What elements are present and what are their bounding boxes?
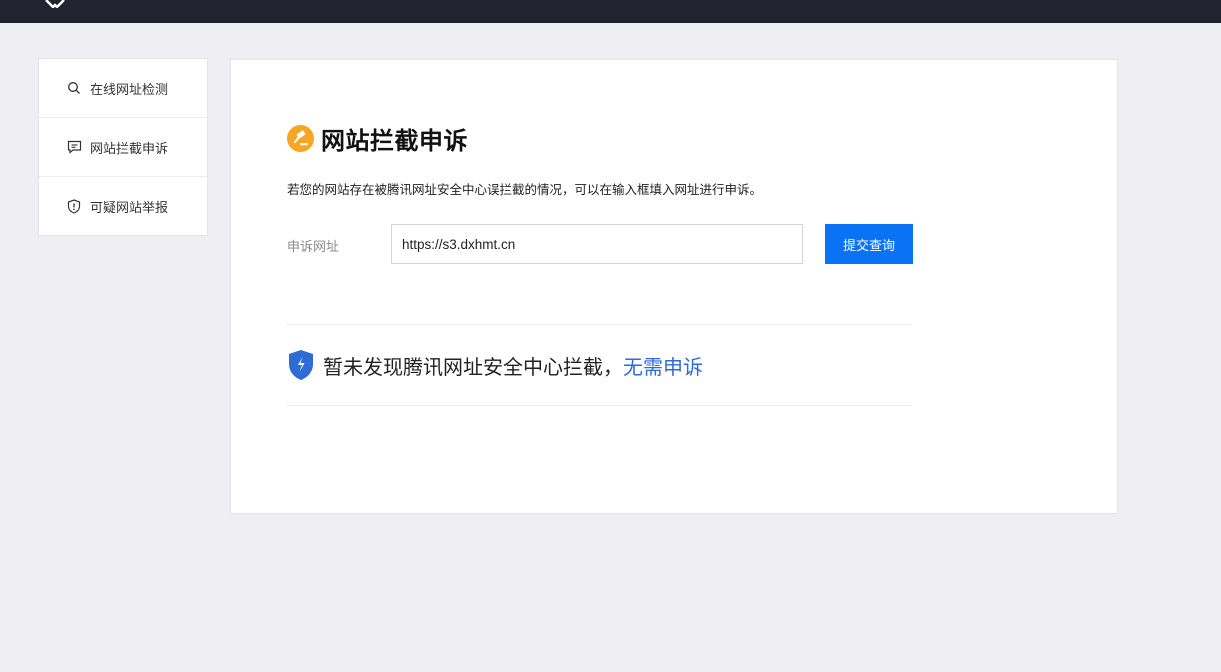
sidebar-item-label: 网站拦截申诉: [90, 141, 169, 157]
divider-bottom: [287, 405, 912, 406]
shield-check-icon: [289, 350, 313, 380]
result-message: 暂未发现腾讯网址安全中心拦截， 无需申诉: [287, 349, 703, 381]
sidebar-item-label: 可疑网站举报: [90, 200, 169, 216]
page-header: 网站拦截申诉: [287, 121, 468, 156]
sidebar-item-label: 在线网址检测: [90, 82, 169, 98]
top-bar: [0, 0, 1221, 23]
appeal-form: 申诉网址 提交查询: [287, 224, 927, 264]
sidebar-item-report[interactable]: 可疑网站举报: [39, 177, 207, 235]
no-appeal-needed-link[interactable]: 无需申诉: [623, 351, 703, 380]
chat-icon: [66, 139, 82, 155]
url-input[interactable]: [391, 224, 803, 264]
submit-query-button[interactable]: 提交查询: [825, 224, 913, 264]
page-title: 网站拦截申诉: [321, 127, 468, 155]
result-text: 暂未发现腾讯网址安全中心拦截，: [323, 354, 623, 379]
sidebar-nav: 在线网址检测 网站拦截申诉 可疑网站举报: [38, 58, 208, 236]
url-field-label: 申诉网址: [287, 240, 340, 255]
logo-icon[interactable]: [44, 0, 66, 8]
sidebar-item-url-check[interactable]: 在线网址检测: [39, 59, 207, 118]
search-icon: [66, 80, 82, 96]
main-panel: 网站拦截申诉 若您的网站存在被腾讯网址安全中心误拦截的情况，可以在输入框填入网址…: [230, 59, 1118, 514]
divider-top: [287, 324, 912, 325]
page-description: 若您的网站存在被腾讯网址安全中心误拦截的情况，可以在输入框填入网址进行申诉。: [287, 182, 763, 197]
gavel-badge-icon: [287, 125, 314, 152]
sidebar-item-appeal[interactable]: 网站拦截申诉: [39, 118, 207, 177]
shield-alert-icon: [66, 198, 82, 214]
